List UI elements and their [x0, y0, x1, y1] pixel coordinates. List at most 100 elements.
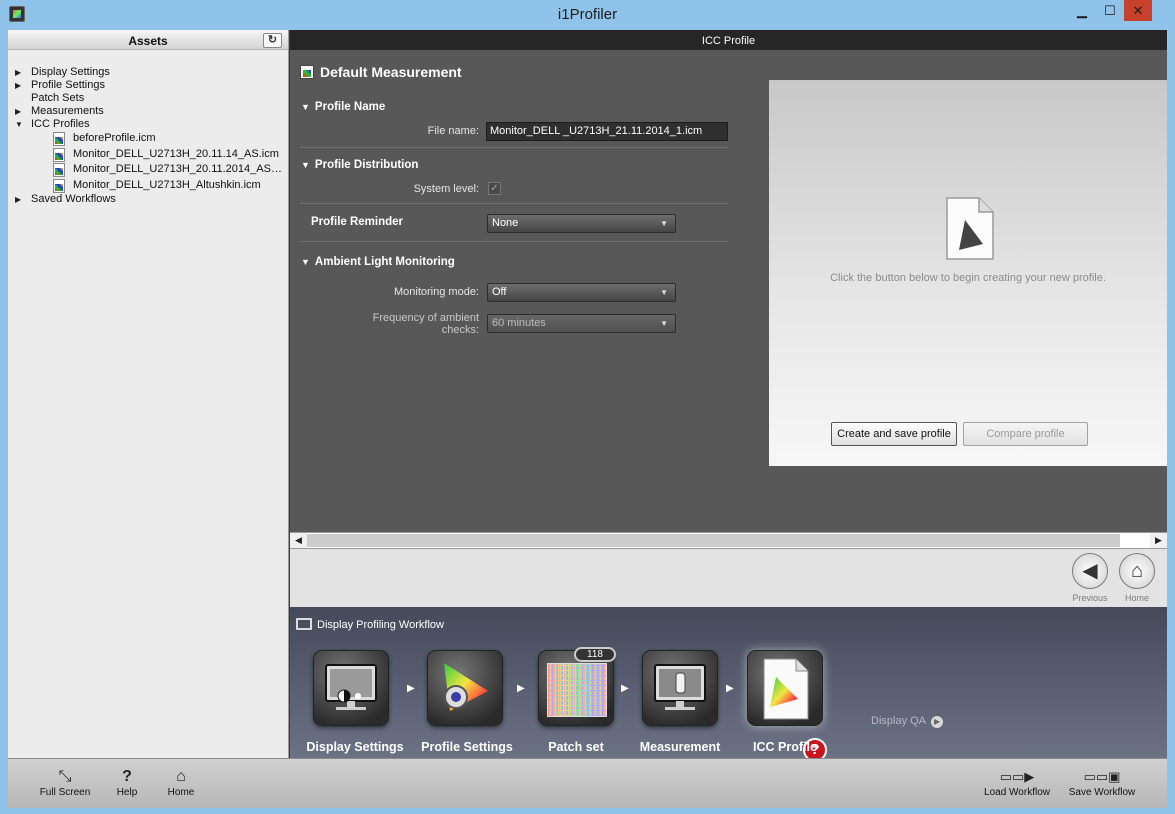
page-title-text: Default Measurement	[320, 64, 462, 80]
load-workflow-icon: ▭▭▶	[999, 769, 1035, 784]
section-ambient-light[interactable]: ▼ Ambient Light Monitoring	[301, 256, 455, 268]
workflow-title: Display Profiling Workflow	[296, 618, 444, 631]
tree-item-display-settings[interactable]: ▶ Display Settings	[8, 66, 289, 79]
refresh-icon[interactable]: ↻	[263, 33, 282, 48]
load-workflow-button[interactable]: ▭▭▶ Load Workflow	[980, 767, 1054, 798]
assets-header: Assets ↻	[8, 30, 288, 50]
bottom-toolbar: ⤡ Full Screen ? Help ⌂ Home ▭▭▶ Load Wor…	[8, 758, 1167, 808]
document-icon	[946, 197, 994, 260]
icc-file-item[interactable]: beforeProfile.icm	[8, 131, 289, 147]
select-value: 60 minutes	[492, 317, 546, 329]
home-button[interactable]: ⌂ Home	[165, 767, 197, 798]
chevron-right-icon: ▶	[726, 683, 734, 694]
icc-profile-panel: Default Measurement ▼ Profile Name File n…	[290, 50, 1167, 532]
tree-item-label: Saved Workflows	[31, 193, 116, 205]
section-profile-distribution[interactable]: ▼ Profile Distribution	[301, 159, 418, 171]
frequency-label: Frequency of ambient checks:	[330, 312, 479, 336]
full-screen-button[interactable]: ⤡ Full Screen	[38, 767, 92, 798]
step-display-settings-tile[interactable]	[313, 650, 389, 726]
collapse-arrow-icon[interactable]: ▼	[301, 257, 310, 267]
display-settings-icon	[325, 664, 377, 710]
frequency-label-line: checks:	[441, 324, 479, 336]
home-label: Home	[167, 787, 195, 798]
expand-arrow-icon[interactable]: ▶	[15, 66, 25, 79]
step-measurement-tile[interactable]	[642, 650, 718, 726]
divider	[300, 147, 728, 148]
select-value: None	[492, 217, 519, 229]
help-button[interactable]: ? Help	[112, 767, 142, 798]
display-qa-label: Display QA	[871, 715, 927, 727]
step-icc-profile-tile[interactable]	[747, 650, 823, 726]
assets-panel: Assets ↻ ▶ Display Settings ▶ Profile Se…	[8, 30, 289, 758]
assets-tree: ▶ Display Settings ▶ Profile Settings Pa…	[8, 66, 289, 206]
home-nav-button[interactable]: ⌂	[1119, 553, 1155, 589]
title-bar: i1Profiler ▁ ☐ ✕	[0, 0, 1175, 30]
icc-file-icon	[53, 178, 65, 193]
patch-count-badge: 118	[574, 647, 616, 662]
section-title: Ambient Light Monitoring	[314, 256, 455, 268]
dropdown-arrow-icon: ▼	[660, 219, 668, 228]
dropdown-arrow-icon: ▼	[660, 319, 668, 328]
workflow-title-text: Display Profiling Workflow	[317, 619, 444, 631]
icc-file-label: Monitor_DELL_U2713H_20.11.14_AS.icm	[73, 147, 279, 160]
step-profile-settings-tile[interactable]	[427, 650, 503, 726]
icc-file-label: Monitor_DELL_U2713H_Altushkin.icm	[73, 178, 261, 191]
tree-item-icc-profiles[interactable]: ▼ ICC Profiles	[8, 118, 289, 131]
icc-file-item[interactable]: Monitor_DELL_U2713H_Altushkin.icm	[8, 178, 289, 194]
tree-item-saved-workflows[interactable]: ▶ Saved Workflows	[8, 193, 289, 206]
page-title: Default Measurement	[300, 64, 462, 80]
monitoring-mode-select[interactable]: Off ▼	[487, 283, 676, 302]
scroll-right-icon[interactable]: ▶	[1150, 533, 1167, 548]
collapse-arrow-icon[interactable]: ▼	[15, 118, 25, 131]
navigation-area: ◀ Previous ⌂ Home	[290, 549, 1167, 607]
icc-file-item[interactable]: Monitor_DELL_U2713H_20.11.14_AS.icm	[8, 147, 289, 163]
maximize-button[interactable]: ☐	[1096, 0, 1124, 21]
patch-set-icon	[547, 663, 607, 717]
display-qa-link[interactable]: Display QA ▶	[871, 715, 944, 728]
help-label: Help	[116, 787, 138, 798]
minimize-button[interactable]: ▁	[1068, 0, 1096, 21]
dropdown-arrow-icon: ▼	[660, 288, 668, 297]
help-icon: ?	[122, 768, 132, 785]
save-workflow-label: Save Workflow	[1068, 787, 1136, 798]
tree-item-label: ICC Profiles	[31, 118, 90, 130]
chevron-right-icon: ▶	[517, 683, 525, 694]
frequency-select: 60 minutes ▼	[487, 314, 676, 333]
scroll-left-icon[interactable]: ◀	[290, 533, 307, 548]
save-workflow-button[interactable]: ▭▭▣ Save Workflow	[1064, 767, 1140, 798]
file-name-input[interactable]: Monitor_DELL _U2713H_21.11.2014_1.icm	[486, 122, 728, 141]
scrollbar-thumb[interactable]	[307, 534, 1120, 547]
icc-file-icon	[53, 147, 65, 162]
tree-item-profile-settings[interactable]: ▶ Profile Settings	[8, 79, 289, 92]
icc-file-icon	[53, 163, 65, 177]
expand-arrow-icon[interactable]: ▶	[15, 79, 25, 92]
expand-arrow-icon[interactable]: ▶	[15, 193, 25, 206]
profile-reminder-select[interactable]: None ▼	[487, 214, 676, 233]
collapse-arrow-icon[interactable]: ▼	[301, 102, 310, 112]
profile-reminder-label: Profile Reminder	[311, 216, 404, 228]
system-level-checkbox[interactable]: ✓	[488, 182, 501, 195]
expand-arrow-icon[interactable]: ▶	[15, 105, 25, 118]
close-button[interactable]: ✕	[1124, 0, 1152, 21]
step-measurement-label: Measurement	[639, 740, 721, 754]
create-save-profile-button[interactable]: Create and save profile	[831, 422, 957, 446]
collapse-arrow-icon[interactable]: ▼	[301, 160, 310, 170]
horizontal-scrollbar[interactable]: ◀ ▶	[290, 532, 1167, 549]
chevron-right-icon: ▶	[621, 683, 629, 694]
compare-profile-button[interactable]: Compare profile	[963, 422, 1088, 446]
tree-item-label: Profile Settings	[31, 79, 105, 91]
load-workflow-label: Load Workflow	[984, 787, 1050, 798]
icc-file-label: Monitor_DELL_U2713H_20.11.2014_AS_...	[73, 163, 285, 175]
section-profile-name[interactable]: ▼ Profile Name	[301, 101, 385, 113]
system-level-label: System level:	[413, 183, 479, 195]
chevron-right-icon: ▶	[407, 683, 415, 694]
icc-file-item[interactable]: Monitor_DELL_U2713H_20.11.2014_AS_...	[8, 162, 289, 178]
tree-item-patch-sets[interactable]: Patch Sets	[8, 92, 289, 105]
divider	[300, 203, 728, 204]
full-screen-label: Full Screen	[39, 787, 91, 798]
previous-button[interactable]: ◀	[1072, 553, 1108, 589]
step-profile-settings-label: Profile Settings	[421, 740, 513, 754]
tree-item-measurements[interactable]: ▶ Measurements	[8, 105, 289, 118]
assets-title: Assets	[128, 34, 168, 48]
workflow-strip: Display Profiling Workflow Display Setti…	[290, 607, 1167, 762]
